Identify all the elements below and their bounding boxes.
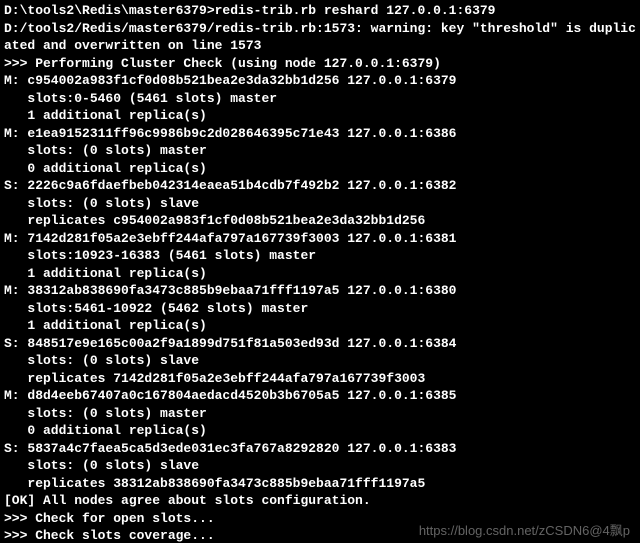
line: D:/tools2/Redis/master6379/redis-trib.rb… (4, 21, 636, 54)
line: >>> Check for open slots... (4, 511, 215, 526)
line: slots: (0 slots) master (4, 406, 207, 421)
line: slots:0-5460 (5461 slots) master (4, 91, 277, 106)
line: slots: (0 slots) master (4, 143, 207, 158)
line: S: 848517e9e165c00a2f9a1899d751f81a503ed… (4, 336, 456, 351)
line: slots:5461-10922 (5462 slots) master (4, 301, 308, 316)
line: replicates c954002a983f1cf0d08b521bea2e3… (4, 213, 425, 228)
line: D:\tools2\Redis\master6379>redis-trib.rb… (4, 3, 495, 18)
line: [OK] All nodes agree about slots configu… (4, 493, 371, 508)
line: M: 38312ab838690fa3473c885b9ebaa71fff119… (4, 283, 456, 298)
line: M: 7142d281f05a2e3ebff244afa797a167739f3… (4, 231, 456, 246)
line: >>> Check slots coverage... (4, 528, 215, 543)
line: 1 additional replica(s) (4, 266, 207, 281)
line: S: 5837a4c7faea5ca5d3ede031ec3fa767a8292… (4, 441, 456, 456)
line: >>> Performing Cluster Check (using node… (4, 56, 441, 71)
line: slots:10923-16383 (5461 slots) master (4, 248, 316, 263)
line: slots: (0 slots) slave (4, 353, 199, 368)
line: slots: (0 slots) slave (4, 196, 199, 211)
line: 0 additional replica(s) (4, 423, 207, 438)
line: S: 2226c9a6fdaefbeb042314eaea51b4cdb7f49… (4, 178, 456, 193)
line: replicates 38312ab838690fa3473c885b9ebaa… (4, 476, 425, 491)
line: replicates 7142d281f05a2e3ebff244afa797a… (4, 371, 425, 386)
line: slots: (0 slots) slave (4, 458, 199, 473)
line: M: c954002a983f1cf0d08b521bea2e3da32bb1d… (4, 73, 456, 88)
line: 0 additional replica(s) (4, 161, 207, 176)
line: 1 additional replica(s) (4, 108, 207, 123)
line: M: d8d4eeb67407a0c167804aedacd4520b3b670… (4, 388, 456, 403)
line: M: e1ea9152311ff96c9986b9c2d028646395c71… (4, 126, 456, 141)
terminal-output[interactable]: D:\tools2\Redis\master6379>redis-trib.rb… (0, 0, 640, 543)
line: 1 additional replica(s) (4, 318, 207, 333)
